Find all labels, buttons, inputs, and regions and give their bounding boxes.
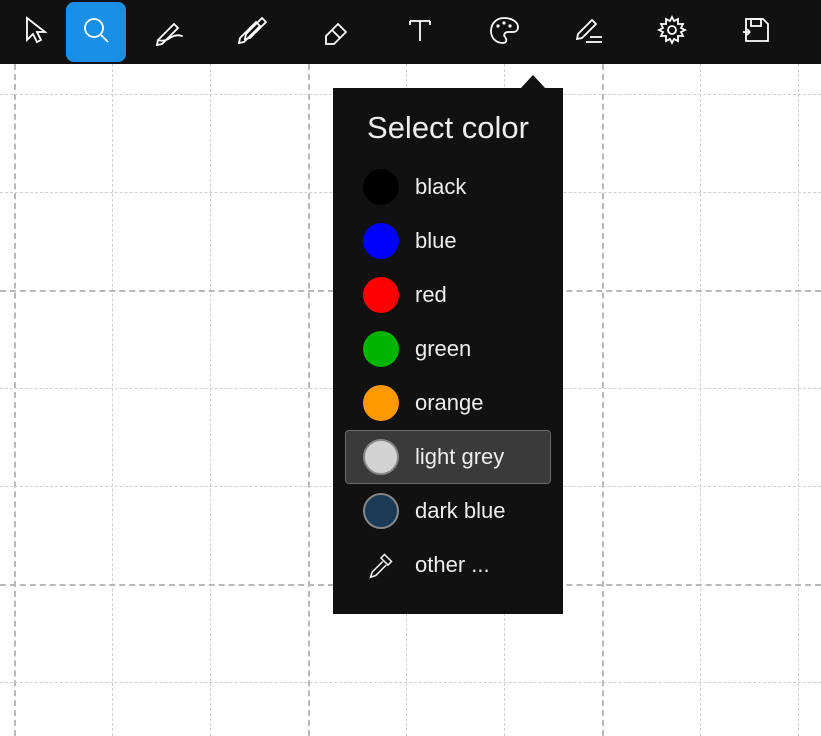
color-option-black[interactable]: black — [345, 160, 551, 214]
color-label: blue — [415, 228, 457, 254]
color-option-other[interactable]: other ... — [345, 538, 551, 592]
pen-lines-icon — [572, 14, 604, 51]
color-label: light grey — [415, 444, 504, 470]
swatch-light-grey — [363, 439, 399, 475]
popup-title: Select color — [345, 110, 551, 146]
color-option-orange[interactable]: orange — [345, 376, 551, 430]
save-button[interactable] — [714, 2, 798, 62]
settings-button[interactable] — [630, 2, 714, 62]
swatch-black — [363, 169, 399, 205]
swatch-blue — [363, 223, 399, 259]
color-tool-button[interactable] — [462, 2, 546, 62]
text-icon — [404, 14, 436, 51]
color-label: dark blue — [415, 498, 506, 524]
color-label: green — [415, 336, 471, 362]
color-option-red[interactable]: red — [345, 268, 551, 322]
color-option-light-grey[interactable]: light grey — [345, 430, 551, 484]
pointer-tool-button[interactable] — [6, 2, 66, 62]
eraser-icon — [320, 14, 352, 51]
gear-icon — [656, 14, 688, 51]
pointer-icon — [20, 14, 52, 51]
marker-tool-button[interactable] — [210, 2, 294, 62]
color-label: black — [415, 174, 466, 200]
swatch-dark-blue — [363, 493, 399, 529]
zoom-tool-button[interactable] — [66, 2, 126, 62]
swatch-orange — [363, 385, 399, 421]
color-option-blue[interactable]: blue — [345, 214, 551, 268]
popup-arrow — [520, 75, 546, 89]
eyedropper-icon — [363, 547, 399, 583]
eraser-tool-button[interactable] — [294, 2, 378, 62]
color-option-green[interactable]: green — [345, 322, 551, 376]
color-label: orange — [415, 390, 484, 416]
toolbar — [0, 0, 821, 64]
annotate-tool-button[interactable] — [546, 2, 630, 62]
color-option-dark-blue[interactable]: dark blue — [345, 484, 551, 538]
color-label: other ... — [415, 552, 490, 578]
color-label: red — [415, 282, 447, 308]
search-icon — [80, 14, 112, 51]
save-icon — [740, 14, 772, 51]
color-select-popup: Select color black blue red green orange… — [333, 88, 563, 614]
marker-icon — [236, 14, 268, 51]
swatch-green — [363, 331, 399, 367]
palette-icon — [488, 14, 520, 51]
pen-tool-button[interactable] — [126, 2, 210, 62]
text-tool-button[interactable] — [378, 2, 462, 62]
pen-icon — [152, 14, 184, 51]
swatch-red — [363, 277, 399, 313]
